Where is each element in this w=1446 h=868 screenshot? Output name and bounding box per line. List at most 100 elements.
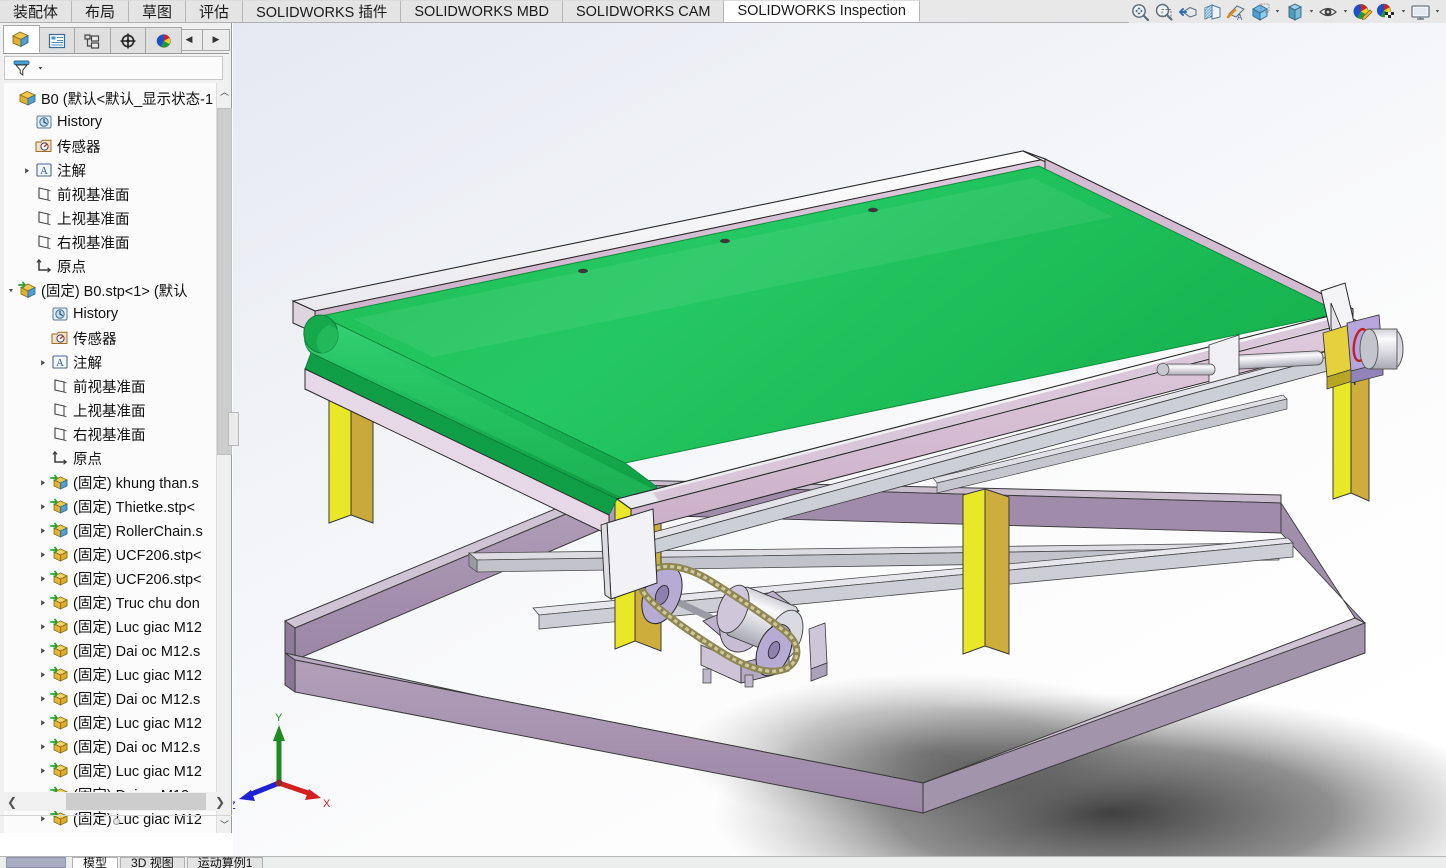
tree-item[interactable]: A 注解 [4, 158, 223, 182]
scroll-left-button[interactable]: ❮ [2, 792, 22, 811]
tree-item[interactable]: 右视基准面 [4, 422, 223, 446]
tree-item[interactable]: B0 (默认<默认_显示状态-1 [4, 86, 223, 110]
ribbon-tab-7[interactable]: SOLIDWORKS Inspection [724, 0, 920, 22]
tree-vertical-scrollbar[interactable]: ︿ ﹀ [216, 83, 232, 833]
tree-item[interactable]: A 注解 [4, 350, 223, 374]
tree-horizontal-scrollbar[interactable]: ❮ ❯ [2, 792, 230, 811]
previous-view-icon[interactable] [1177, 1, 1200, 23]
tree-item[interactable]: 上视基准面 [4, 398, 223, 422]
origin-icon [50, 449, 70, 467]
tree-item[interactable]: (固定) UCF206.stp< [4, 566, 223, 590]
tree-item[interactable]: (固定) khung than.s [4, 470, 223, 494]
tree-item[interactable]: 前视基准面 [4, 182, 223, 206]
tree-item[interactable]: (固定) Dai oc M12.s [4, 638, 223, 662]
tree-item[interactable]: 传感器 [4, 134, 223, 158]
tree-item[interactable]: 原点 [4, 254, 223, 278]
panel-splitter-handle[interactable] [228, 412, 239, 446]
scroll-up-button[interactable]: ︿ [217, 83, 232, 100]
tree-item[interactable]: (固定) Luc giac M12 [4, 710, 223, 734]
hide-show-items-chevron-down-icon[interactable] [1341, 1, 1350, 23]
property-manager-tab[interactable] [38, 27, 76, 53]
tree-expand-chevron-right-icon[interactable] [36, 766, 50, 775]
viewport-icon[interactable] [1409, 1, 1432, 23]
origin-icon [34, 257, 54, 275]
hscroll-track[interactable] [22, 792, 210, 811]
configuration-icon [84, 33, 100, 49]
panel-tab-next-button[interactable]: ▶ [201, 28, 230, 51]
tree-expand-chevron-right-icon[interactable] [36, 694, 50, 703]
tree-item[interactable]: (固定) Luc giac M12 [4, 758, 223, 782]
tree-item[interactable]: 原点 [4, 446, 223, 470]
tree-expand-chevron-right-icon[interactable] [36, 502, 50, 511]
tree-expand-chevron-right-icon[interactable] [36, 550, 50, 559]
filter-chevron-down-icon[interactable] [37, 65, 44, 72]
tree-expand-chevron-right-icon[interactable] [20, 166, 34, 175]
tree-item[interactable]: (固定) Luc giac M12 [4, 614, 223, 638]
dimxpert-manager-tab[interactable] [109, 27, 147, 53]
ribbon-tab-5[interactable]: SOLIDWORKS MBD [401, 0, 563, 22]
tree-item[interactable]: (固定) RollerChain.s [4, 518, 223, 542]
hide-show-items-icon[interactable] [1317, 1, 1340, 23]
display-manager-tab[interactable] [145, 27, 182, 53]
tree-item[interactable]: 前视基准面 [4, 374, 223, 398]
tree-scrollbar-thumb[interactable] [217, 108, 232, 455]
configuration-manager-tab[interactable] [74, 27, 111, 53]
tree-expand-chevron-right-icon[interactable] [36, 358, 50, 367]
tree-expand-chevron-right-icon[interactable] [36, 646, 50, 655]
tree-item[interactable]: 右视基准面 [4, 230, 223, 254]
tree-item-label: History [57, 114, 103, 130]
tree-item[interactable]: History [4, 110, 223, 134]
viewport-chevron-down-icon[interactable] [1433, 1, 1442, 23]
scroll-right-button[interactable]: ❯ [210, 792, 230, 811]
tree-expand-chevron-right-icon[interactable] [36, 526, 50, 535]
tree-expand-chevron-right-icon[interactable] [36, 742, 50, 751]
tree-expand-chevron-right-icon[interactable] [36, 478, 50, 487]
tree-expand-chevron-right-icon[interactable] [36, 670, 50, 679]
tree-item[interactable]: (固定) Luc giac M12 [4, 662, 223, 686]
tree-item-label: History [73, 306, 119, 322]
tree-item[interactable]: 传感器 [4, 326, 223, 350]
document-tab-2[interactable]: 运动算例1 [186, 857, 264, 868]
tree-item[interactable]: (固定) Truc chu don [4, 590, 223, 614]
tree-item[interactable]: (固定) B0.stp<1> (默认 [4, 278, 223, 302]
ribbon-tab-1[interactable]: 布局 [72, 0, 130, 22]
tree-item-label: 前视基准面 [73, 379, 146, 396]
tree-filter-bar[interactable] [4, 56, 223, 80]
tree-item[interactable]: 上视基准面 [4, 206, 223, 230]
display-style-box-chevron-down-icon[interactable] [1273, 1, 1282, 23]
section-view-icon[interactable] [1201, 1, 1224, 23]
tree-expand-chevron-right-icon[interactable] [36, 718, 50, 727]
tree-item[interactable]: (固定) UCF206.stp< [4, 542, 223, 566]
view-orientation-icon[interactable]: A [1225, 1, 1248, 23]
zoom-to-area-icon[interactable] [1153, 1, 1176, 23]
tree-expand-chevron-right-icon[interactable] [36, 574, 50, 583]
tree-expand-chevron-down-icon[interactable] [4, 286, 18, 295]
feature-tree[interactable]: B0 (默认<默认_显示状态-1History传感器A注解前视基准面上视基准面右… [4, 83, 223, 833]
hscroll-thumb[interactable] [66, 793, 206, 810]
zoom-to-fit-icon[interactable] [1129, 1, 1152, 23]
tree-item[interactable]: (固定) Dai oc M12.s [4, 734, 223, 758]
tree-item[interactable]: (固定) Dai oc M12.s [4, 686, 223, 710]
apply-scene-chevron-down-icon[interactable] [1399, 1, 1408, 23]
display-style-box-icon[interactable] [1249, 1, 1272, 23]
ribbon-tab-0[interactable]: 装配体 [0, 0, 73, 22]
ribbon-tab-4[interactable]: SOLIDWORKS 插件 [243, 0, 402, 22]
tab-bar-grip[interactable] [6, 857, 66, 868]
apply-scene-icon[interactable] [1375, 1, 1398, 23]
tree-item[interactable]: (固定) Thietke.stp< [4, 494, 223, 518]
ribbon-tab-2[interactable]: 草图 [129, 0, 187, 22]
panel-collapse-handle[interactable] [0, 815, 232, 827]
display-style-chevron-down-icon[interactable] [1307, 1, 1316, 23]
tree-expand-chevron-right-icon[interactable] [36, 598, 50, 607]
part-blue-icon [50, 497, 70, 515]
ribbon-tab-6[interactable]: SOLIDWORKS CAM [562, 0, 725, 22]
document-tab-0[interactable]: 模型 [72, 857, 119, 868]
feature-manager-tab[interactable] [3, 25, 40, 53]
display-style-icon[interactable] [1283, 1, 1306, 23]
document-tab-1[interactable]: 3D 视图 [120, 857, 185, 868]
tree-item[interactable]: History [4, 302, 223, 326]
tree-expand-chevron-right-icon[interactable] [36, 622, 50, 631]
graphics-viewport[interactable]: Y X Z [233, 23, 1446, 856]
ribbon-tab-3[interactable]: 评估 [186, 0, 244, 22]
edit-appearance-icon[interactable] [1351, 1, 1374, 23]
